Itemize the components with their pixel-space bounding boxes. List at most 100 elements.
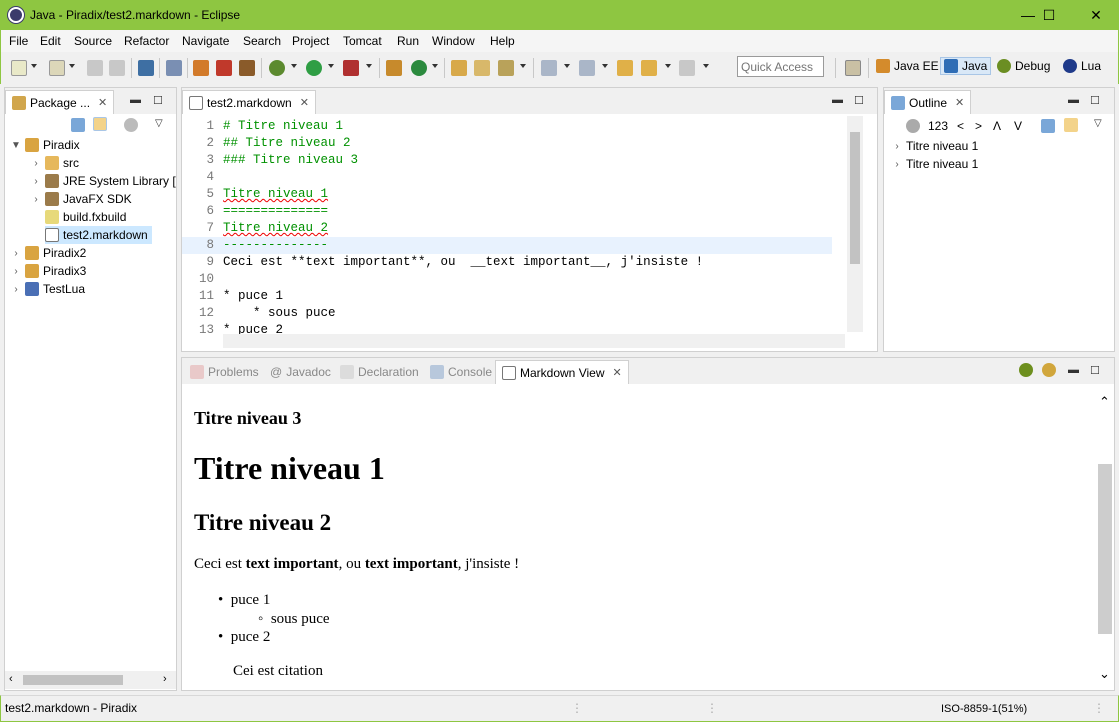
close-icon[interactable]: ✕ — [98, 96, 107, 109]
menu-tomcat[interactable]: Tomcat — [343, 34, 382, 48]
link-with-editor-icon[interactable] — [93, 117, 107, 131]
horizontal-scrollbar[interactable]: ‹ › — [5, 671, 176, 689]
chevron-down-icon[interactable] — [665, 64, 671, 68]
chevron-right-icon[interactable]: › — [892, 159, 902, 170]
tree-item-test2-markdown[interactable]: test2.markdown — [45, 226, 152, 244]
minimize-icon[interactable]: ▬ — [130, 94, 141, 106]
perspective-java-ee[interactable]: Java EE — [876, 59, 939, 73]
run-icon[interactable] — [306, 60, 322, 76]
collapse-all-icon[interactable] — [1041, 119, 1055, 133]
chevron-right-icon[interactable]: › — [11, 248, 21, 259]
open-type-icon[interactable] — [451, 60, 467, 76]
collapse-up-button[interactable]: Λ — [993, 119, 1001, 133]
chevron-left-icon[interactable]: ‹ — [9, 673, 13, 685]
minimize-icon[interactable]: ▬ — [1068, 94, 1079, 106]
encoding-indicator[interactable]: ISO-8859-1(51%) — [941, 703, 1027, 715]
tab-javadoc[interactable]: @ Javadoc — [264, 360, 337, 384]
chevron-down-icon[interactable] — [69, 64, 75, 68]
tab-markdown-view[interactable]: Markdown View ✕ — [495, 360, 629, 384]
chevron-down-icon[interactable]: ⌄ — [1099, 666, 1110, 682]
sort-numeric-button[interactable]: 123 — [928, 119, 948, 133]
tab-console[interactable]: Console — [424, 360, 498, 384]
close-button[interactable]: ✕ — [1073, 0, 1119, 30]
tree-item-javafx-sdk[interactable]: › JavaFX SDK — [31, 190, 132, 208]
menu-file[interactable]: File — [9, 34, 28, 48]
chevron-down-icon[interactable] — [291, 64, 297, 68]
editor-vertical-scrollbar[interactable] — [847, 116, 863, 332]
maximize-icon[interactable]: ☐ — [1090, 364, 1100, 377]
perspective-java[interactable]: Java — [940, 57, 992, 75]
maximize-icon[interactable]: ☐ — [854, 94, 864, 107]
external-tools-icon[interactable] — [343, 60, 359, 76]
save-all-icon[interactable] — [109, 60, 125, 76]
settings-icon[interactable] — [1042, 363, 1056, 377]
maximize-icon[interactable]: ☐ — [1090, 94, 1100, 107]
minimize-icon[interactable]: ▬ — [832, 94, 843, 106]
tree-item-jre[interactable]: › JRE System Library [ — [31, 172, 176, 190]
perspective-debug[interactable]: Debug — [997, 59, 1050, 73]
chevron-down-icon[interactable] — [31, 64, 37, 68]
debug-icon[interactable] — [269, 60, 285, 76]
outline-item[interactable]: › Titre niveau 1 — [892, 155, 978, 173]
scrollbar-thumb[interactable] — [850, 132, 860, 264]
prev-button[interactable]: < — [957, 119, 964, 133]
chevron-down-icon[interactable]: ▼ — [11, 140, 21, 151]
close-icon[interactable]: ✕ — [300, 96, 309, 109]
next-annotation-icon[interactable] — [541, 60, 557, 76]
close-icon[interactable]: ✕ — [955, 96, 964, 109]
menu-window[interactable]: Window — [432, 34, 475, 48]
menu-navigate[interactable]: Navigate — [182, 34, 229, 48]
editor-horizontal-scrollbar[interactable] — [223, 334, 845, 348]
chevron-down-icon[interactable] — [432, 64, 438, 68]
open-folder-icon[interactable] — [474, 60, 490, 76]
chevron-right-icon[interactable]: › — [163, 673, 167, 685]
chevron-right-icon[interactable]: › — [31, 176, 41, 187]
open-perspective-icon[interactable] — [845, 60, 861, 76]
save-icon[interactable] — [87, 60, 103, 76]
tree-item-build-fxbuild[interactable]: build.fxbuild — [45, 208, 126, 226]
tree-item-piradix[interactable]: ▼ Piradix — [11, 136, 80, 154]
forward-icon[interactable] — [679, 60, 695, 76]
chevron-down-icon[interactable] — [564, 64, 570, 68]
chevron-down-icon[interactable] — [520, 64, 526, 68]
sort-icon[interactable] — [906, 119, 920, 133]
tree-item-piradix3[interactable]: › Piradix3 — [11, 262, 86, 280]
collapse-all-icon[interactable] — [71, 118, 85, 132]
menu-refactor[interactable]: Refactor — [124, 34, 169, 48]
chevron-down-icon[interactable] — [602, 64, 608, 68]
scrollbar-thumb[interactable] — [1098, 464, 1112, 634]
menu-project[interactable]: Project — [292, 34, 329, 48]
refresh-icon[interactable] — [1019, 363, 1033, 377]
bug-icon[interactable] — [193, 60, 209, 76]
preview-vertical-scrollbar[interactable]: ⌃ ⌄ — [1096, 384, 1114, 690]
prev-annotation-icon[interactable] — [579, 60, 595, 76]
chevron-down-icon[interactable] — [366, 64, 372, 68]
tab-package-explorer[interactable]: Package ... ✕ — [5, 90, 115, 114]
search-icon[interactable] — [498, 60, 514, 76]
chevron-up-icon[interactable]: ⌃ — [1099, 394, 1110, 410]
view-menu-icon[interactable]: ▽ — [1094, 118, 1102, 129]
close-icon[interactable]: ✕ — [612, 366, 621, 379]
filter-icon[interactable] — [124, 118, 138, 132]
quick-access-input[interactable] — [737, 56, 824, 77]
tab-problems[interactable]: Problems — [184, 360, 265, 384]
minimize-icon[interactable]: ▬ — [1068, 364, 1079, 376]
tree-item-testlua[interactable]: › TestLua — [11, 280, 85, 298]
menu-help[interactable]: Help — [490, 34, 515, 48]
chevron-right-icon[interactable]: › — [31, 194, 41, 205]
expand-down-button[interactable]: V — [1014, 119, 1022, 133]
maximize-button[interactable]: ☐ — [1026, 0, 1072, 30]
menu-source[interactable]: Source — [74, 34, 112, 48]
menu-search[interactable]: Search — [243, 34, 281, 48]
tree-item-src[interactable]: › src — [31, 154, 79, 172]
last-edit-icon[interactable] — [617, 60, 633, 76]
perspective-lua[interactable]: Lua — [1063, 59, 1101, 73]
chevron-down-icon[interactable] — [703, 64, 709, 68]
next-button[interactable]: > — [975, 119, 982, 133]
chevron-down-icon[interactable] — [328, 64, 334, 68]
chevron-right-icon[interactable]: › — [892, 141, 902, 152]
new-icon[interactable] — [11, 60, 27, 76]
skip-breakpoints-icon[interactable] — [166, 60, 182, 76]
bug-stop-icon[interactable] — [216, 60, 232, 76]
tab-outline[interactable]: Outline ✕ — [884, 90, 972, 114]
